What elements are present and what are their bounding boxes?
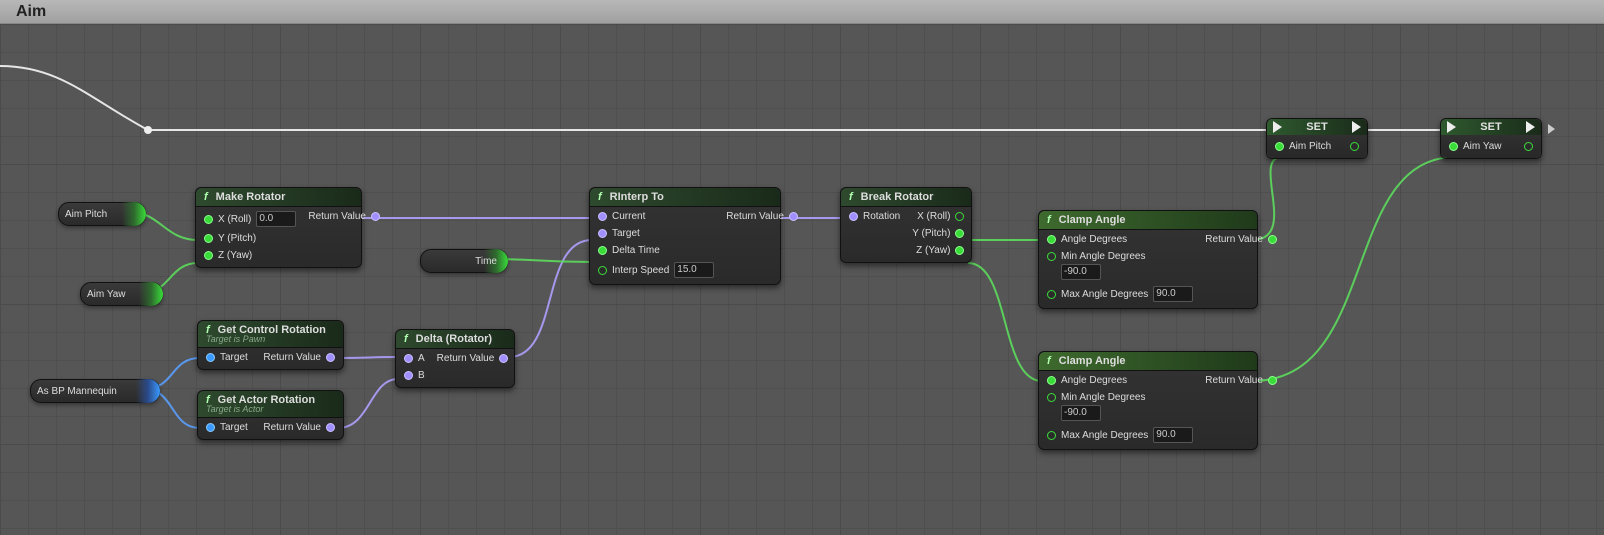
node-clamp-angle-2[interactable]: f Clamp Angle Angle Degrees Min Angle De… <box>1038 351 1258 450</box>
node-get-control-rotation[interactable]: fGet Control Rotation Target is Pawn Tar… <box>197 320 344 370</box>
input-min-angle[interactable]: -90.0 <box>1061 405 1101 421</box>
node-header: f Delta (Rotator) <box>396 330 514 349</box>
pin-x-roll[interactable]: X (Roll)0.0 <box>204 211 296 227</box>
function-icon: f <box>598 191 602 203</box>
input-x-roll[interactable]: 0.0 <box>256 211 296 227</box>
node-set-aim-yaw[interactable]: SET Aim Yaw <box>1440 118 1542 159</box>
pin-min-angle[interactable]: Min Angle Degrees -90.0 <box>1047 251 1193 280</box>
pill-label: As BP Mannequin <box>37 386 117 397</box>
node-title: Delta (Rotator) <box>416 333 492 345</box>
pill-label: Aim Yaw <box>87 289 126 300</box>
pin-interp-speed[interactable]: Interp Speed15.0 <box>598 262 714 278</box>
node-header: f Clamp Angle <box>1039 352 1257 371</box>
node-header: f RInterp To <box>590 188 780 207</box>
function-icon: f <box>1047 355 1051 367</box>
node-subtitle: Target is Pawn <box>206 334 265 344</box>
node-subtitle: Target is Actor <box>206 404 263 414</box>
function-icon: f <box>849 191 853 203</box>
set-label: SET <box>1464 121 1518 133</box>
pin-return-value[interactable]: Return Value <box>726 211 798 222</box>
pin-x-roll[interactable]: X (Roll) <box>912 211 964 222</box>
pin-max-angle[interactable]: Max Angle Degrees90.0 <box>1047 427 1193 443</box>
node-make-rotator[interactable]: f Make Rotator X (Roll)0.0 Y (Pitch) Z (… <box>195 187 362 268</box>
section-title: Aim <box>0 0 1604 24</box>
node-header: f Clamp Angle <box>1039 211 1257 230</box>
function-icon: f <box>404 333 408 345</box>
function-icon: f <box>204 191 208 203</box>
input-max-angle[interactable]: 90.0 <box>1153 427 1193 443</box>
pin-y-pitch[interactable]: Y (Pitch) <box>204 233 296 244</box>
var-as-bp-mannequin[interactable]: As BP Mannequin <box>30 379 160 403</box>
pin-return-value[interactable]: Return Value <box>263 352 335 363</box>
node-rinterp-to[interactable]: f RInterp To Current Target Delta Time I… <box>589 187 781 285</box>
node-title: RInterp To <box>610 191 664 203</box>
node-delta-rotator[interactable]: f Delta (Rotator) A B Return Value <box>395 329 515 388</box>
wires-layer <box>0 24 1604 535</box>
input-max-angle[interactable]: 90.0 <box>1153 286 1193 302</box>
pill-label: Aim Pitch <box>65 209 107 220</box>
pin-b[interactable]: B <box>404 370 425 381</box>
exec-in-pin[interactable] <box>1447 121 1456 133</box>
pin-angle[interactable]: Angle Degrees <box>1047 234 1193 245</box>
pin-return-value[interactable]: Return Value <box>308 211 380 222</box>
node-title: Make Rotator <box>216 191 286 203</box>
pin-target[interactable]: Target <box>206 422 248 433</box>
pin-rotation[interactable]: Rotation <box>849 211 900 222</box>
var-time[interactable]: Time <box>420 249 508 273</box>
var-aim-pitch[interactable]: Aim Pitch <box>58 202 146 226</box>
node-get-actor-rotation[interactable]: fGet Actor Rotation Target is Actor Targ… <box>197 390 344 440</box>
node-title: Break Rotator <box>861 191 934 203</box>
input-min-angle[interactable]: -90.0 <box>1061 264 1101 280</box>
pin-target[interactable]: Target <box>206 352 248 363</box>
pin-max-angle[interactable]: Max Angle Degrees90.0 <box>1047 286 1193 302</box>
pin-var-out[interactable] <box>1524 142 1533 151</box>
pin-var-out[interactable] <box>1350 142 1359 151</box>
node-header: f Make Rotator <box>196 188 361 207</box>
pin-target[interactable]: Target <box>598 228 714 239</box>
pin-z-yaw[interactable]: Z (Yaw) <box>912 245 964 256</box>
function-icon: f <box>1047 214 1051 226</box>
pin-return-value[interactable]: Return Value <box>437 353 509 364</box>
node-clamp-angle-1[interactable]: f Clamp Angle Angle Degrees Min Angle De… <box>1038 210 1258 309</box>
pin-return-value[interactable]: Return Value <box>1205 375 1277 386</box>
input-interp-speed[interactable]: 15.0 <box>674 262 714 278</box>
exec-out-pin[interactable] <box>1526 121 1535 133</box>
set-label: SET <box>1290 121 1344 133</box>
pin-delta-time[interactable]: Delta Time <box>598 245 714 256</box>
pin-return-value[interactable]: Return Value <box>263 422 335 433</box>
pin-return-value[interactable]: Return Value <box>1205 234 1277 245</box>
pin-current[interactable]: Current <box>598 211 714 222</box>
node-header: f Break Rotator <box>841 188 971 207</box>
pin-var-in[interactable]: Aim Pitch <box>1275 141 1331 152</box>
pin-angle[interactable]: Angle Degrees <box>1047 375 1193 386</box>
pin-a[interactable]: A <box>404 353 425 364</box>
exec-continuation-icon <box>1548 124 1555 134</box>
node-break-rotator[interactable]: f Break Rotator Rotation X (Roll) Y (Pit… <box>840 187 972 263</box>
blueprint-graph[interactable]: Aim Pitch Aim Yaw As BP Mannequin Time f… <box>0 24 1604 535</box>
node-title: Clamp Angle <box>1059 214 1126 226</box>
node-set-aim-pitch[interactable]: SET Aim Pitch <box>1266 118 1368 159</box>
pin-min-angle[interactable]: Min Angle Degrees -90.0 <box>1047 392 1193 421</box>
exec-out-pin[interactable] <box>1352 121 1361 133</box>
var-aim-yaw[interactable]: Aim Yaw <box>80 282 163 306</box>
node-header: fGet Control Rotation Target is Pawn <box>198 321 343 348</box>
node-header: fGet Actor Rotation Target is Actor <box>198 391 343 418</box>
exec-in-pin[interactable] <box>1273 121 1282 133</box>
node-title: Clamp Angle <box>1059 355 1126 367</box>
pin-z-yaw[interactable]: Z (Yaw) <box>204 250 296 261</box>
pin-y-pitch[interactable]: Y (Pitch) <box>912 228 964 239</box>
pill-label: Time <box>475 256 497 267</box>
pin-var-in[interactable]: Aim Yaw <box>1449 141 1502 152</box>
